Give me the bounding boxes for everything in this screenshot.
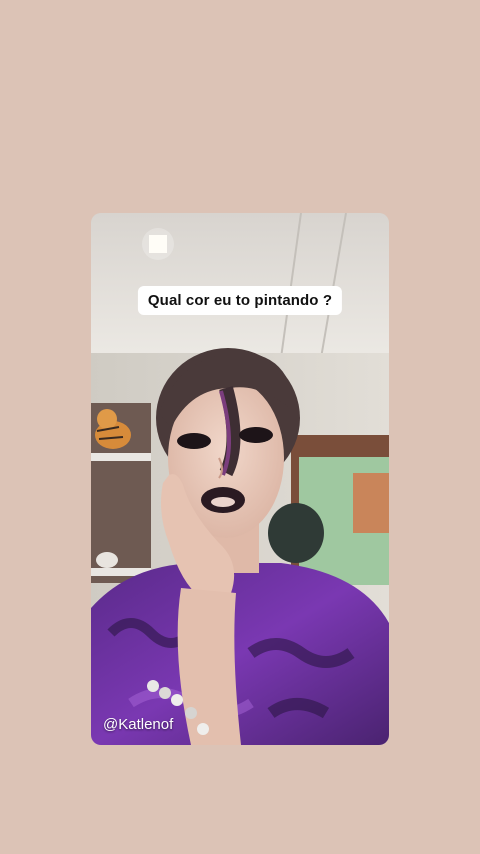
story-caption: Qual cor eu to pintando ? <box>137 286 343 315</box>
story-video-frame[interactable]: Qual cor eu to pintando ? @Katlenof <box>91 213 389 745</box>
chair <box>268 503 324 563</box>
creator-watermark: @Katlenof <box>103 716 174 733</box>
crown-ornament <box>96 552 118 568</box>
